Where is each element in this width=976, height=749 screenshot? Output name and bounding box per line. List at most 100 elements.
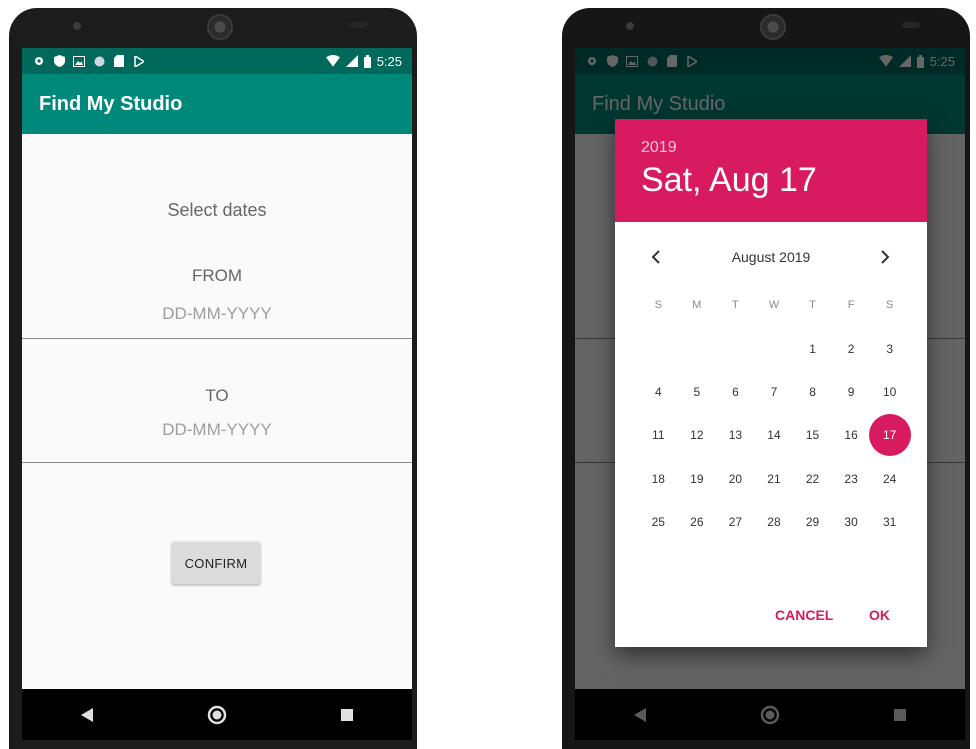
status-bar: 5:25 xyxy=(22,48,412,74)
ok-button[interactable]: OK xyxy=(869,607,890,623)
date-picker-header: 2019 Sat, Aug 17 xyxy=(615,119,927,222)
calendar-day[interactable]: 29 xyxy=(793,503,832,541)
to-label: TO xyxy=(205,386,229,405)
calendar-day-number: 17 xyxy=(882,428,897,443)
sensor xyxy=(902,22,920,28)
earpiece xyxy=(207,14,233,40)
calendar-empty-cell xyxy=(716,330,755,368)
calendar-day-number: 5 xyxy=(693,384,701,399)
wifi-icon xyxy=(325,54,340,68)
from-underline xyxy=(22,338,412,339)
home-button[interactable] xyxy=(187,700,247,730)
status-time: 5:25 xyxy=(376,53,402,69)
from-label: FROM xyxy=(191,266,243,285)
to-date-field[interactable]: DD-MM-YYYY xyxy=(22,420,412,440)
calendar-day[interactable]: 8 xyxy=(793,373,832,411)
phone-frame-right: 5:25 Find My Studio 2019 Sat, Aug 17 Aug… xyxy=(562,8,970,749)
weekday-header: SMTWTFS xyxy=(639,299,909,319)
sensor xyxy=(349,22,367,28)
calendar-day-selected[interactable]: 17 xyxy=(868,414,911,457)
selected-date-display[interactable]: Sat, Aug 17 xyxy=(641,161,817,200)
calendar-day-number: 25 xyxy=(651,514,665,529)
calendar-day[interactable]: 28 xyxy=(755,503,794,541)
calendar-day[interactable]: 10 xyxy=(870,373,909,411)
calendar-day[interactable]: 1 xyxy=(793,330,832,368)
calendar-day-number: 10 xyxy=(882,384,897,399)
calendar-day[interactable]: 20 xyxy=(716,460,755,498)
calendar-day[interactable]: 5 xyxy=(678,373,717,411)
calendar-day[interactable]: 14 xyxy=(755,416,794,454)
weekday-label: S xyxy=(885,299,894,311)
select-dates-heading: Select dates xyxy=(167,200,267,220)
calendar-day-number: 28 xyxy=(767,514,781,529)
gear-icon xyxy=(32,54,46,68)
cancel-button[interactable]: CANCEL xyxy=(775,607,833,623)
calendar-week-row: 18 19 20 21 22 23 24 xyxy=(639,457,909,500)
calendar-day[interactable]: 16 xyxy=(832,416,871,454)
calendar-day[interactable]: 15 xyxy=(793,416,832,454)
calendar-day[interactable]: 3 xyxy=(870,330,909,368)
weekday-label: T xyxy=(809,299,816,311)
calendar-day-number: 2 xyxy=(847,341,855,356)
image-icon xyxy=(72,54,86,68)
calendar-day[interactable]: 13 xyxy=(716,416,755,454)
from-date-field[interactable]: DD-MM-YYYY xyxy=(22,304,412,324)
calendar-day-number: 6 xyxy=(732,384,739,399)
weekday-label: T xyxy=(732,299,739,311)
calendar-day[interactable]: 31 xyxy=(870,503,909,541)
calendar-day[interactable]: 22 xyxy=(793,460,832,498)
weekday-label: S xyxy=(654,299,662,311)
system-nav-bar xyxy=(22,689,412,740)
to-underline xyxy=(22,462,412,463)
calendar-day[interactable]: 25 xyxy=(639,503,678,541)
recents-button[interactable] xyxy=(317,700,377,730)
calendar-day[interactable]: 24 xyxy=(870,460,909,498)
calendar-week-row: 25 26 27 28 29 30 31 xyxy=(639,500,909,543)
calendar-day[interactable]: 9 xyxy=(832,373,871,411)
shield-icon xyxy=(52,54,66,68)
calendar-day[interactable]: 30 xyxy=(832,503,871,541)
calendar-day[interactable]: 6 xyxy=(716,373,755,411)
calendar-day[interactable]: 12 xyxy=(678,416,717,454)
recents-icon xyxy=(341,708,353,721)
calendar-day[interactable]: 4 xyxy=(639,373,678,411)
calendar-day-number: 22 xyxy=(805,471,820,486)
calendar-day-number: 30 xyxy=(844,514,858,529)
calendar-day-number: 4 xyxy=(654,384,662,399)
back-icon xyxy=(81,707,93,722)
calendar-week-row: 4 5 6 7 8 9 10 xyxy=(639,370,909,413)
calendar-day-number: 23 xyxy=(844,471,858,486)
app-toolbar: Find My Studio xyxy=(22,74,412,134)
calendar-day[interactable]: 23 xyxy=(832,460,871,498)
year-selector[interactable]: 2019 xyxy=(641,139,677,157)
phone-frame-left: 5:25 Find My Studio Select dates FROM DD… xyxy=(9,8,417,749)
calendar-day-number: 27 xyxy=(728,514,743,529)
calendar-empty-cell xyxy=(639,330,678,368)
calendar-day[interactable]: 18 xyxy=(639,460,678,498)
weekday-label: W xyxy=(768,299,780,311)
calendar-day[interactable]: 11 xyxy=(639,416,678,454)
calendar-day-number: 24 xyxy=(882,471,897,486)
calendar-day-number: 21 xyxy=(767,471,781,486)
calendar-day[interactable]: 7 xyxy=(755,373,794,411)
next-month-button[interactable] xyxy=(871,246,899,270)
calendar-week-row: 1 2 3 xyxy=(639,327,909,370)
calendar-day[interactable]: 27 xyxy=(716,503,755,541)
calendar-day-number: 13 xyxy=(728,428,743,443)
calendar-empty-cell xyxy=(755,330,794,368)
back-button[interactable] xyxy=(57,700,117,730)
calendar-day-number: 19 xyxy=(690,471,704,486)
calendar-day-number: 7 xyxy=(770,384,778,399)
chevron-right-icon xyxy=(881,250,890,264)
battery-icon xyxy=(364,54,372,68)
calendar-day-number: 26 xyxy=(690,514,704,529)
calendar-day[interactable]: 2 xyxy=(832,330,871,368)
calendar-day-number: 9 xyxy=(847,384,855,399)
calendar-day[interactable]: 19 xyxy=(678,460,717,498)
play-icon xyxy=(132,54,146,68)
earpiece xyxy=(760,14,786,40)
circle-icon xyxy=(92,54,106,68)
calendar-day[interactable]: 21 xyxy=(755,460,794,498)
confirm-button[interactable]: CONFIRM xyxy=(172,542,260,584)
calendar-day[interactable]: 26 xyxy=(678,503,717,541)
